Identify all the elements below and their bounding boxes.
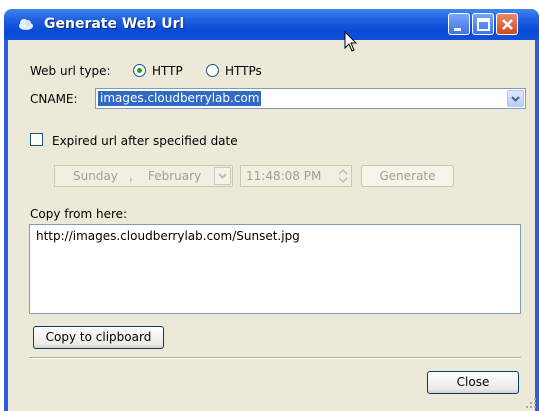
radio-http-label[interactable]: HTTP [152, 64, 183, 78]
time-value: 11:48:08 PM [246, 169, 322, 183]
chevron-down-icon[interactable] [214, 167, 231, 185]
expired-label[interactable]: Expired url after specified date [52, 134, 238, 148]
date-day: Sunday [73, 169, 118, 183]
mouse-cursor-icon [344, 31, 358, 52]
title-bar[interactable]: Generate Web Url [4, 9, 539, 40]
cname-label: CNAME: [30, 92, 78, 106]
url-output-textarea[interactable]: http://images.cloudberrylab.com/Sunset.j… [29, 224, 521, 314]
time-picker[interactable]: 11:48:08 PM [240, 165, 352, 187]
radio-http[interactable] [133, 64, 146, 77]
radio-selected-dot [137, 68, 142, 73]
spin-arrows-icon[interactable] [338, 168, 348, 184]
minimize-icon [454, 28, 461, 31]
date-separator: , [129, 169, 133, 183]
generated-url[interactable]: http://images.cloudberrylab.com/Sunset.j… [36, 229, 300, 243]
close-icon [502, 19, 513, 30]
radio-https[interactable] [206, 64, 219, 77]
copy-from-label: Copy from here: [30, 207, 128, 221]
radio-https-label[interactable]: HTTPs [225, 64, 262, 78]
minimize-button[interactable] [448, 13, 470, 35]
chevron-down-icon [511, 96, 520, 102]
close-window-button[interactable] [496, 13, 518, 35]
maximize-button[interactable] [472, 13, 494, 35]
web-url-type-label: Web url type: [30, 64, 111, 78]
cname-value[interactable]: images.cloudberrylab.com [98, 91, 262, 106]
cname-combobox[interactable]: images.cloudberrylab.com [95, 88, 526, 109]
cloud-icon [19, 19, 33, 30]
footer-separator [29, 357, 521, 359]
window-title: Generate Web Url [44, 16, 185, 32]
expired-checkbox[interactable] [30, 133, 43, 146]
close-button[interactable]: Close [427, 371, 519, 394]
date-picker[interactable]: Sunday , February [54, 165, 233, 187]
resize-grip-icon[interactable] [525, 397, 537, 409]
cname-dropdown-button[interactable] [507, 90, 524, 107]
generate-button[interactable]: Generate [361, 165, 454, 187]
copy-to-clipboard-button[interactable]: Copy to clipboard [33, 326, 164, 349]
date-month: February [148, 169, 202, 183]
maximize-icon [477, 18, 490, 31]
